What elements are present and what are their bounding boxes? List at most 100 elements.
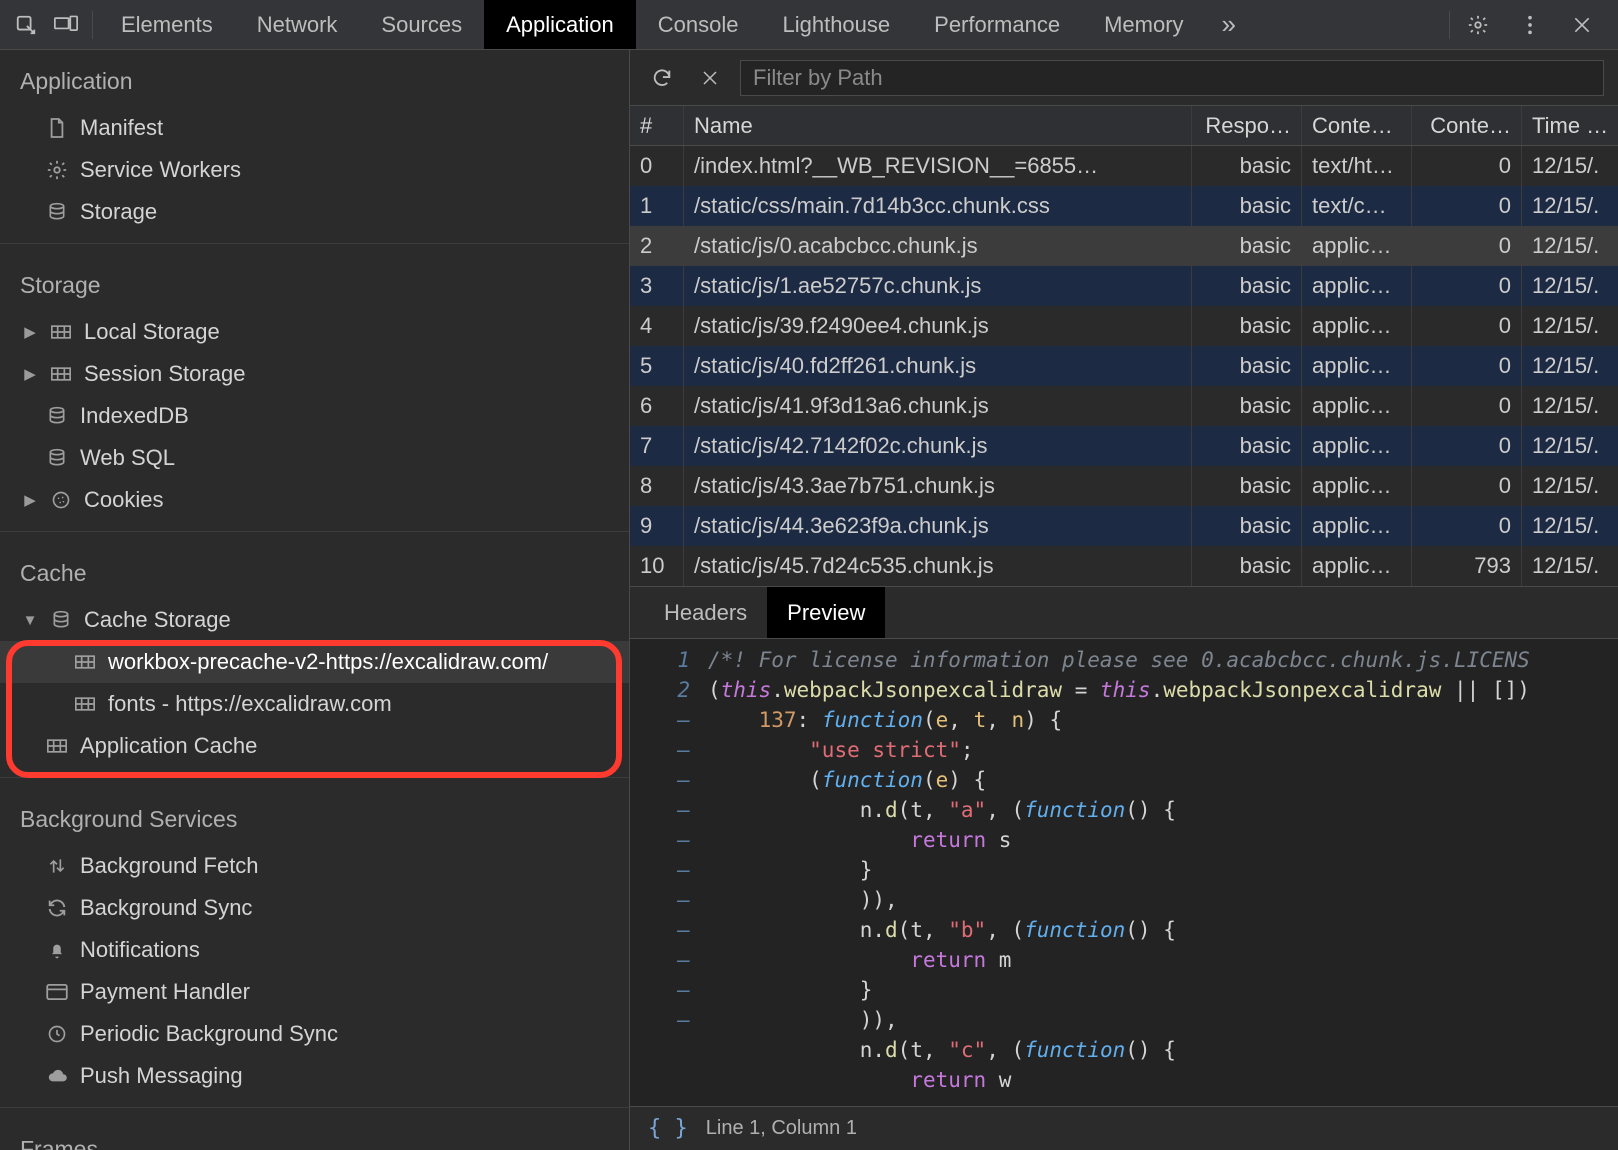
cell-index: 8 [630, 466, 684, 506]
col-response[interactable]: Respo… [1192, 106, 1302, 145]
table-icon [72, 649, 98, 675]
tab-lighthouse[interactable]: Lighthouse [760, 0, 912, 49]
table-row[interactable]: 8/static/js/43.3ae7b751.chunk.jsbasicapp… [630, 466, 1618, 506]
table-row[interactable]: 10/static/js/45.7d24c535.chunk.jsbasicap… [630, 546, 1618, 586]
cell-ctype: applic… [1302, 386, 1412, 426]
table-icon [48, 319, 74, 345]
cell-response: basic [1192, 226, 1302, 266]
sidebar-item-label: Background Sync [80, 895, 252, 921]
tab-preview[interactable]: Preview [767, 587, 885, 638]
sidebar-item-payment-handler[interactable]: Payment Handler [0, 971, 629, 1013]
cache-storage-label: Cache Storage [84, 607, 231, 633]
devtools-tabbar: ElementsNetworkSourcesApplicationConsole… [0, 0, 1618, 50]
database-icon [48, 607, 74, 633]
cell-index: 5 [630, 346, 684, 386]
cell-time: 12/15/. [1522, 506, 1618, 546]
cache-storage-node[interactable]: ▼ Cache Storage [0, 599, 629, 641]
cache-entry-workbox[interactable]: workbox-precache-v2-https://excalidraw.c… [0, 641, 629, 683]
cell-name: /static/js/43.3ae7b751.chunk.js [684, 466, 1192, 506]
sync-icon [44, 895, 70, 921]
col-index[interactable]: # [630, 106, 684, 145]
clear-icon[interactable] [692, 60, 728, 96]
tab-headers[interactable]: Headers [644, 587, 767, 638]
tab-console[interactable]: Console [636, 0, 761, 49]
status-bar: { } Line 1, Column 1 [630, 1106, 1618, 1150]
table-row[interactable]: 0/index.html?__WB_REVISION__=6855…basict… [630, 146, 1618, 186]
sidebar-item-session-storage[interactable]: ▶Session Storage [0, 353, 629, 395]
sidebar-item-storage[interactable]: Storage [0, 191, 629, 233]
cell-response: basic [1192, 506, 1302, 546]
cell-clen: 0 [1412, 306, 1522, 346]
table-row[interactable]: 5/static/js/40.fd2ff261.chunk.jsbasicapp… [630, 346, 1618, 386]
close-devtools-icon[interactable] [1560, 0, 1604, 50]
cell-clen: 0 [1412, 346, 1522, 386]
cell-index: 6 [630, 386, 684, 426]
cell-clen: 0 [1412, 386, 1522, 426]
cell-response: basic [1192, 266, 1302, 306]
sidebar-item-push-messaging[interactable]: Push Messaging [0, 1055, 629, 1097]
table-row[interactable]: 7/static/js/42.7142f02c.chunk.jsbasicapp… [630, 426, 1618, 466]
tab-memory[interactable]: Memory [1082, 0, 1205, 49]
col-time[interactable]: Time … [1522, 106, 1618, 145]
panel-tabs: ElementsNetworkSourcesApplicationConsole… [99, 0, 1206, 49]
tab-sources[interactable]: Sources [359, 0, 484, 49]
tab-network[interactable]: Network [235, 0, 360, 49]
cell-name: /index.html?__WB_REVISION__=6855… [684, 146, 1192, 186]
code-preview[interactable]: 1 2 – – – – – – – – – – – /*! For licens… [630, 639, 1618, 1106]
table-row[interactable]: 4/static/js/39.f2490ee4.chunk.jsbasicapp… [630, 306, 1618, 346]
cell-time: 12/15/. [1522, 266, 1618, 306]
sidebar-item-local-storage[interactable]: ▶Local Storage [0, 311, 629, 353]
sidebar-item-background-sync[interactable]: Background Sync [0, 887, 629, 929]
sidebar-item-manifest[interactable]: Manifest [0, 107, 629, 149]
table-row[interactable]: 1/static/css/main.7d14b3cc.chunk.cssbasi… [630, 186, 1618, 226]
cell-response: basic [1192, 346, 1302, 386]
chevron-down-icon: ▼ [22, 612, 38, 629]
cell-ctype: applic… [1302, 306, 1412, 346]
cache-entries-table: # Name Respo… Conte… Conte… Time … 0/ind… [630, 106, 1618, 587]
application-cache-node[interactable]: Application Cache [0, 725, 629, 767]
table-row[interactable]: 2/static/js/0.acabcbcc.chunk.jsbasicappl… [630, 226, 1618, 266]
cell-time: 12/15/. [1522, 306, 1618, 346]
tab-performance[interactable]: Performance [912, 0, 1082, 49]
cache-entry-fonts[interactable]: fonts - https://excalidraw.com [0, 683, 629, 725]
table-icon [72, 691, 98, 717]
cell-clen: 0 [1412, 226, 1522, 266]
col-content-type[interactable]: Conte… [1302, 106, 1412, 145]
table-row[interactable]: 9/static/js/44.3e623f9a.chunk.jsbasicapp… [630, 506, 1618, 546]
device-toggle-icon[interactable] [46, 0, 86, 50]
table-row[interactable]: 3/static/js/1.ae52757c.chunk.jsbasicappl… [630, 266, 1618, 306]
cell-name: /static/js/40.fd2ff261.chunk.js [684, 346, 1192, 386]
filter-input[interactable] [740, 60, 1604, 96]
kebab-menu-icon[interactable] [1508, 0, 1552, 50]
sidebar-item-periodic-background-sync[interactable]: Periodic Background Sync [0, 1013, 629, 1055]
inspect-icon[interactable] [6, 0, 46, 50]
cell-name: /static/js/39.f2490ee4.chunk.js [684, 306, 1192, 346]
sidebar-item-indexeddb[interactable]: IndexedDB [0, 395, 629, 437]
tab-elements[interactable]: Elements [99, 0, 235, 49]
sidebar-item-cookies[interactable]: ▶Cookies [0, 479, 629, 521]
sidebar-item-web-sql[interactable]: Web SQL [0, 437, 629, 479]
settings-icon[interactable] [1456, 0, 1500, 50]
table-header[interactable]: # Name Respo… Conte… Conte… Time … [630, 106, 1618, 146]
line-gutter: 1 2 – – – – – – – – – – – [630, 639, 702, 1106]
chevron-right-icon: ▶ [22, 491, 38, 509]
refresh-icon[interactable] [644, 60, 680, 96]
sidebar-item-background-fetch[interactable]: Background Fetch [0, 845, 629, 887]
table-row[interactable]: 6/static/js/41.9f3d13a6.chunk.jsbasicapp… [630, 386, 1618, 426]
sidebar-item-label: Payment Handler [80, 979, 250, 1005]
sidebar-item-notifications[interactable]: Notifications [0, 929, 629, 971]
database-icon [44, 403, 70, 429]
cell-name: /static/js/41.9f3d13a6.chunk.js [684, 386, 1192, 426]
cache-entry-label: fonts - https://excalidraw.com [108, 691, 392, 717]
section-frames: Frames [0, 1118, 629, 1150]
sidebar-item-service-workers[interactable]: Service Workers [0, 149, 629, 191]
col-content-len[interactable]: Conte… [1412, 106, 1522, 145]
tab-application[interactable]: Application [484, 0, 636, 49]
col-name[interactable]: Name [684, 106, 1192, 145]
cell-ctype: applic… [1302, 226, 1412, 266]
cell-ctype: applic… [1302, 426, 1412, 466]
tabs-overflow[interactable]: » [1206, 0, 1252, 49]
braces-icon[interactable]: { } [648, 1116, 688, 1141]
cell-ctype: text/c… [1302, 186, 1412, 226]
cell-index: 0 [630, 146, 684, 186]
